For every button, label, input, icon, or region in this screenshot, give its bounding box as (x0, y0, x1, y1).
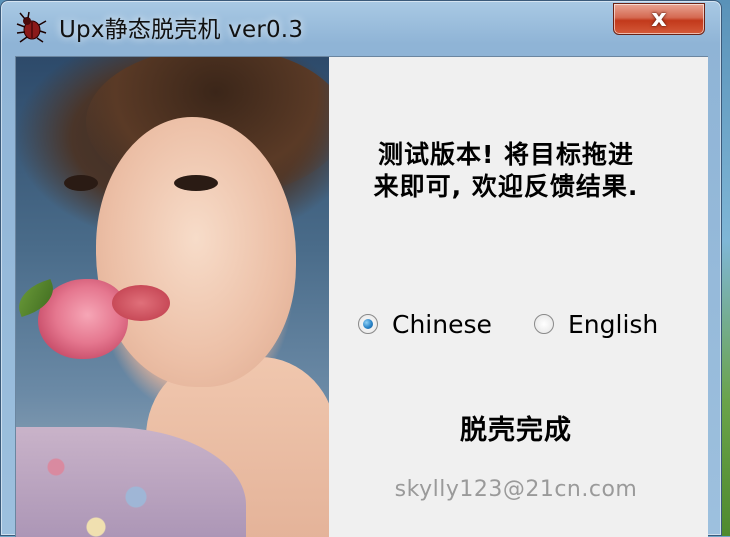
notice-line-1: 测试版本! 将目标拖进 (377, 140, 635, 169)
status-label: 脱壳完成 (460, 415, 572, 446)
radio-english[interactable]: English (534, 307, 694, 343)
notice-text: 测试版本! 将目标拖进 来即可, 欢迎反馈结果. (346, 139, 666, 203)
close-button[interactable]: x (613, 3, 705, 35)
title-bar[interactable]: Upx静态脱壳机 ver0.3 x (1, 1, 721, 51)
window-title: Upx静态脱壳机 ver0.3 (59, 17, 304, 43)
language-radio-group: Chinese English (358, 307, 698, 347)
photo-eye-left (174, 175, 218, 191)
radio-chinese[interactable]: Chinese (358, 307, 508, 343)
photo-lips (112, 285, 170, 321)
app-window: Upx静态脱壳机 ver0.3 x 测试版本! 将目标拖进 来即可, 欢迎反馈结… (0, 0, 722, 537)
client-area: 测试版本! 将目标拖进 来即可, 欢迎反馈结果. Chinese English… (15, 56, 708, 537)
radio-checked-icon[interactable] (358, 314, 378, 334)
author-email: skylly123@21cn.com (394, 477, 638, 502)
bug-icon (16, 11, 47, 43)
radio-chinese-label[interactable]: Chinese (392, 307, 492, 343)
close-icon: x (651, 4, 667, 32)
portrait-image (16, 57, 329, 537)
radio-english-label[interactable]: English (568, 307, 658, 343)
notice-line-2: 来即可, 欢迎反馈结果. (373, 172, 639, 201)
radio-unchecked-icon[interactable] (534, 314, 554, 334)
photo-eye-right (64, 175, 98, 191)
